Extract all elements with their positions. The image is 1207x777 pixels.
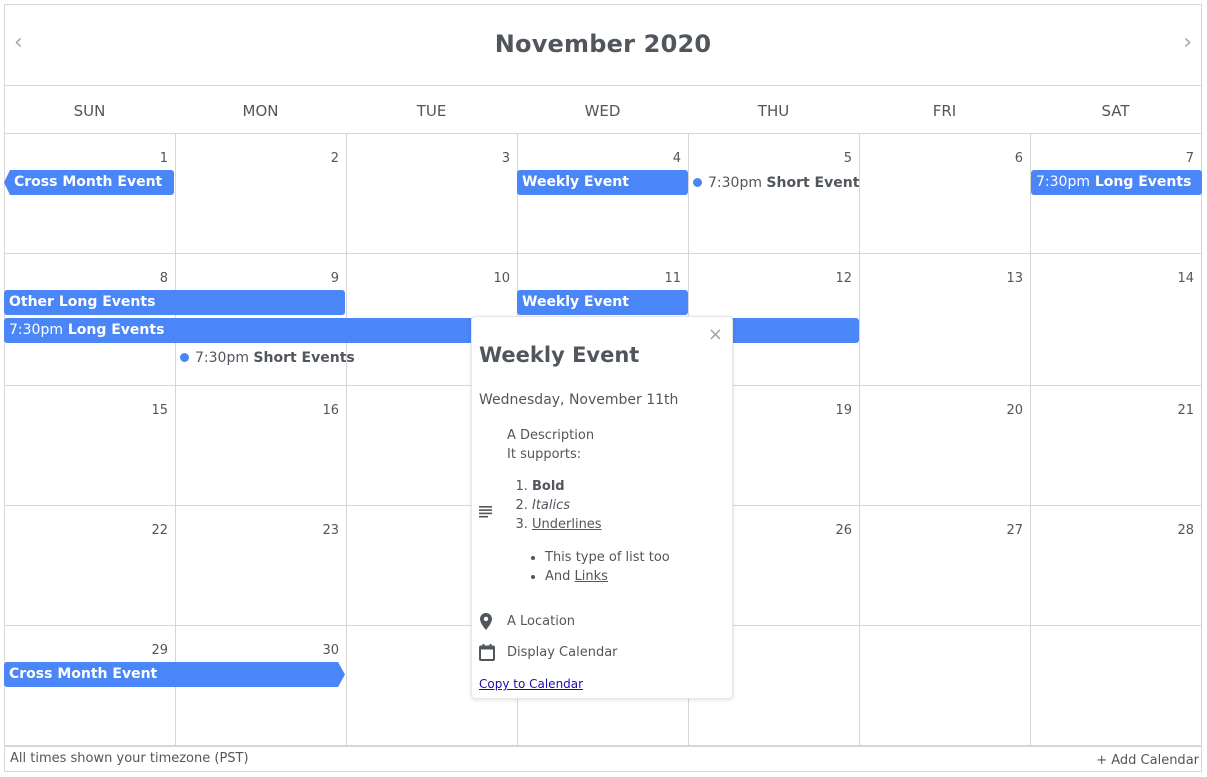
weekday-header: SUN MON TUE WED THU FRI SAT	[4, 86, 1202, 134]
day-number[interactable]: 11	[517, 271, 681, 286]
event-title: Cross Month Event	[9, 666, 158, 682]
weekday-sun: SUN	[73, 102, 106, 120]
event-title: Long Events	[67, 322, 165, 338]
list-item: This type of list too	[545, 548, 670, 567]
weekday-fri: FRI	[932, 102, 957, 120]
day-number[interactable]: 28	[1030, 523, 1194, 538]
event-title: Other Long Events	[9, 294, 156, 310]
weekday-tue: TUE	[416, 102, 447, 120]
event-dot-icon	[693, 178, 702, 187]
day-number[interactable]: 8	[4, 271, 168, 286]
grid-divider	[859, 134, 860, 746]
day-number[interactable]: 23	[175, 523, 339, 538]
event-weekly-nov-4[interactable]: Weekly Event	[517, 170, 688, 195]
day-number[interactable]: 10	[346, 271, 510, 286]
day-number[interactable]: 27	[859, 523, 1023, 538]
day-number[interactable]: 2	[175, 151, 339, 166]
day-number[interactable]: 12	[688, 271, 852, 286]
list-item: Bold	[532, 477, 670, 496]
event-time: 7:30pm	[1036, 174, 1090, 190]
event-title: Weekly Event	[522, 174, 629, 190]
ordered-list: Bold Italics Underlines	[507, 477, 670, 534]
copy-to-calendar-link[interactable]: Copy to Calendar	[479, 677, 583, 691]
footer-divider	[4, 746, 1202, 747]
day-number[interactable]: 1	[4, 151, 168, 166]
add-calendar-button[interactable]: + Add Calendar	[1096, 753, 1199, 768]
event-cross-month-start[interactable]: Cross Month Event	[4, 170, 174, 195]
bullet-list: This type of list too And Links	[507, 548, 670, 586]
calendar-header: ‹ November 2020 ›	[4, 4, 1202, 86]
list-item: And Links	[545, 567, 670, 586]
day-number[interactable]: 7	[1030, 151, 1194, 166]
day-number[interactable]: 30	[175, 643, 339, 658]
event-time: 7:30pm	[708, 175, 762, 191]
list-item: Underlines	[532, 515, 670, 534]
day-number[interactable]: 13	[859, 271, 1023, 286]
day-number[interactable]: 21	[1030, 403, 1194, 418]
event-short-nov-9[interactable]: 7:30pm Short Events	[180, 348, 355, 368]
event-dot-icon	[180, 353, 189, 362]
event-details-popup: × Weekly Event Wednesday, November 11th …	[471, 316, 733, 699]
event-title: Cross Month Event	[14, 174, 163, 190]
timezone-note: All times shown your timezone (PST)	[10, 751, 249, 766]
event-cross-month-end[interactable]: Cross Month Event	[4, 662, 345, 687]
description-icon	[479, 503, 493, 522]
month-title: November 2020	[494, 30, 712, 58]
description-line: It supports:	[507, 447, 582, 462]
popup-calendar-name: Display Calendar	[507, 645, 618, 660]
event-time: 7:30pm	[9, 322, 63, 338]
day-number[interactable]: 3	[346, 151, 510, 166]
popup-title: Weekly Event	[479, 343, 640, 367]
day-number[interactable]: 5	[688, 151, 852, 166]
event-long-nov-7[interactable]: 7:30pm Long Events	[1031, 170, 1202, 195]
event-title: Long Events	[1094, 174, 1192, 190]
event-title: Short Event	[766, 175, 860, 191]
event-title: Short Events	[253, 350, 355, 366]
day-number[interactable]: 29	[4, 643, 168, 658]
day-number[interactable]: 9	[175, 271, 339, 286]
links-link[interactable]: Links	[575, 569, 608, 584]
day-number[interactable]: 16	[175, 403, 339, 418]
event-weekly-nov-11[interactable]: Weekly Event	[517, 290, 688, 315]
popup-description: A Description It supports: Bold Italics …	[507, 426, 670, 586]
weekday-thu: THU	[757, 102, 790, 120]
popup-location: A Location	[507, 614, 576, 629]
weekday-mon: MON	[242, 102, 279, 120]
calendar-icon	[479, 644, 495, 665]
weekday-wed: WED	[584, 102, 621, 120]
location-pin-icon	[479, 613, 493, 634]
event-title: Weekly Event	[522, 294, 629, 310]
day-number[interactable]: 14	[1030, 271, 1194, 286]
event-other-long[interactable]: Other Long Events	[4, 290, 345, 315]
grid-divider	[346, 134, 347, 746]
day-number[interactable]: 15	[4, 403, 168, 418]
chevron-right-icon[interactable]: ›	[1183, 32, 1192, 54]
day-number[interactable]: 22	[4, 523, 168, 538]
event-short-nov-5[interactable]: 7:30pm Short Event	[693, 173, 859, 193]
popup-date: Wednesday, November 11th	[479, 392, 679, 408]
close-icon[interactable]: ×	[708, 326, 723, 344]
day-number[interactable]: 4	[517, 151, 681, 166]
event-time: 7:30pm	[195, 350, 249, 366]
day-number[interactable]: 6	[859, 151, 1023, 166]
description-line: A Description	[507, 428, 595, 443]
weekday-sat: SAT	[1101, 102, 1130, 120]
list-item: Italics	[532, 496, 670, 515]
grid-divider	[1030, 134, 1031, 746]
day-number[interactable]: 20	[859, 403, 1023, 418]
